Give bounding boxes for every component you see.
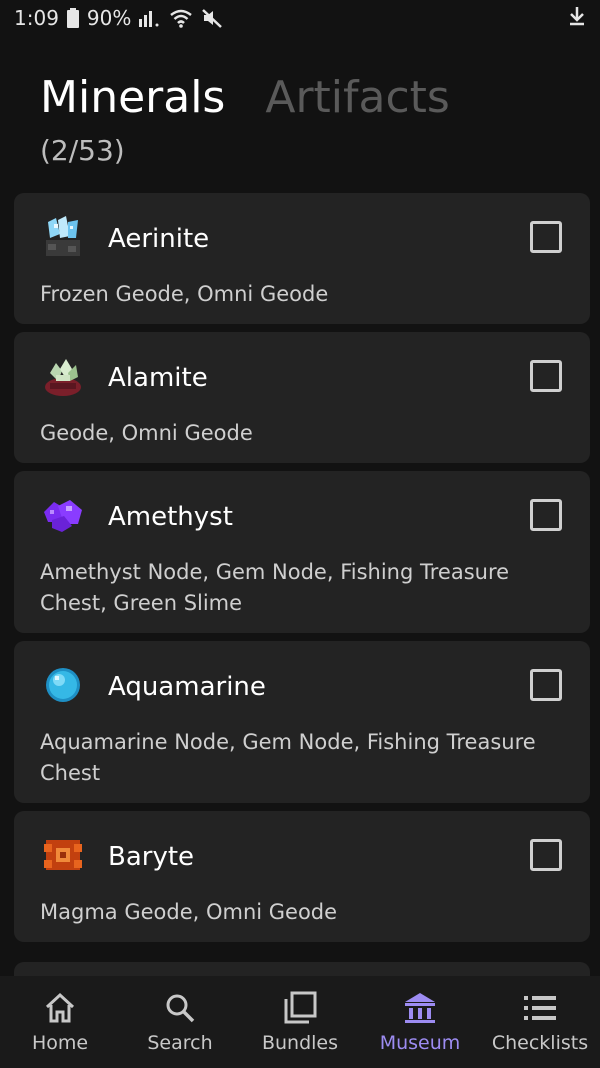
mineral-name: Aquamarine (108, 672, 266, 702)
museum-header: Minerals Artifacts (2/53) (40, 72, 580, 167)
mineral-sources: Amethyst Node, Gem Node, Fishing Treasur… (40, 560, 510, 615)
wifi-icon (169, 8, 193, 28)
nav-label: Bundles (261, 1032, 339, 1054)
battery-icon (66, 8, 79, 28)
download-icon (568, 6, 586, 26)
collected-checkbox[interactable] (530, 669, 562, 701)
nav-checklists[interactable]: Checklists (480, 990, 600, 1054)
nav-home[interactable]: Home (0, 990, 120, 1054)
museum-icon (402, 990, 438, 1026)
collected-checkbox[interactable] (530, 839, 562, 871)
mineral-sources: Magma Geode, Omni Geode (40, 900, 338, 924)
collected-checkbox[interactable] (530, 499, 562, 531)
collected-checkbox[interactable] (530, 221, 562, 253)
search-icon (163, 990, 197, 1026)
mineral-list: Aerinite Frozen Geode, Omni Geode Alamit… (14, 193, 590, 950)
bundles-icon (282, 990, 318, 1026)
nav-label: Checklists (491, 1032, 589, 1054)
mineral-sources: Aquamarine Node, Gem Node, Fishing Treas… (40, 730, 536, 785)
nav-search[interactable]: Search (120, 990, 240, 1054)
list-item[interactable]: Alamite Geode, Omni Geode (14, 332, 590, 463)
home-icon (43, 990, 77, 1026)
status-time: 1:09 (14, 6, 59, 30)
tab-artifacts[interactable]: Artifacts (265, 72, 450, 124)
baryte-icon (40, 832, 108, 882)
tab-minerals[interactable]: Minerals (40, 72, 225, 124)
list-item[interactable]: Amethyst Amethyst Node, Gem Node, Fishin… (14, 471, 590, 633)
mineral-name: Aerinite (108, 224, 210, 254)
mineral-sources: Frozen Geode, Omni Geode (40, 282, 329, 306)
tab-bar: Minerals Artifacts (40, 72, 580, 124)
list-item[interactable]: Aerinite Frozen Geode, Omni Geode (14, 193, 590, 324)
nav-label: Search (147, 1032, 213, 1054)
aerinite-icon (40, 214, 108, 264)
nav-museum[interactable]: Museum (360, 990, 480, 1054)
mineral-sources: Geode, Omni Geode (40, 421, 253, 445)
nav-label: Home (31, 1032, 89, 1054)
aquamarine-icon (40, 662, 108, 712)
collected-checkbox[interactable] (530, 360, 562, 392)
nav-bundles[interactable]: Bundles (240, 990, 360, 1054)
mineral-name: Baryte (108, 842, 195, 872)
battery-percent: 90% (86, 6, 132, 30)
signal-icon (139, 9, 161, 27)
status-bar: 1:09 90% (0, 0, 600, 36)
amethyst-icon (40, 492, 108, 542)
collection-count: (2/53) (40, 134, 125, 167)
list-item[interactable]: Baryte Magma Geode, Omni Geode (14, 811, 590, 942)
next-list-item (14, 962, 590, 976)
mute-icon (201, 8, 223, 28)
mineral-name: Amethyst (108, 502, 233, 532)
list-item[interactable]: Aquamarine Aquamarine Node, Gem Node, Fi… (14, 641, 590, 803)
nav-label: Museum (379, 1032, 461, 1054)
mineral-name: Alamite (108, 363, 208, 393)
alamite-icon (40, 353, 108, 403)
bottom-nav: Home Search Bundles Museum Checklists (0, 976, 600, 1068)
checklist-icon (522, 990, 558, 1026)
